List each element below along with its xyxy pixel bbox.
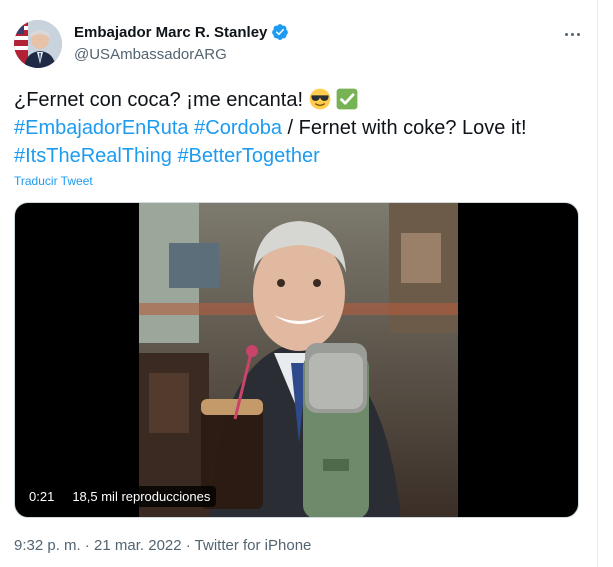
hashtag-itstherealthing[interactable]: #ItsTheRealThing (14, 145, 172, 167)
avatar[interactable] (14, 20, 62, 68)
translate-tweet-link[interactable]: Traducir Tweet (14, 174, 93, 188)
tweet-source[interactable]: Twitter for iPhone (195, 537, 312, 554)
verified-badge-icon (272, 24, 289, 40)
more-options-icon[interactable] (560, 24, 584, 44)
meta-separator: · (181, 537, 195, 554)
hashtag-cordoba[interactable]: #Cordoba (194, 117, 282, 139)
author-handle[interactable]: @USAmbassadorARG (74, 46, 227, 63)
video-frame-image (139, 203, 458, 517)
check-mark-button-icon (336, 88, 358, 110)
tweet-text-line1: ¿Fernet con coca? ¡me encanta! (14, 89, 309, 111)
tweet-text: ¿Fernet con coca? ¡me encanta! #Embajado… (14, 86, 579, 170)
video-player[interactable]: 0:21 18,5 mil reproducciones (14, 202, 579, 518)
author-name-row[interactable]: Embajador Marc R. Stanley (74, 23, 289, 41)
tweet-card: Embajador Marc R. Stanley @USAmbassadorA… (0, 0, 598, 567)
hashtag-embajadorenruta[interactable]: #EmbajadorEnRuta (14, 117, 189, 139)
smiling-face-with-sunglasses-icon (309, 88, 330, 110)
tweet-text-middle: / Fernet with coke? Love it! (281, 117, 527, 139)
video-view-count: 18,5 mil reproducciones (66, 486, 217, 507)
tweet-time[interactable]: 9:32 p. m. (14, 537, 81, 554)
author-name[interactable]: Embajador Marc R. Stanley (74, 24, 267, 41)
tweet-meta: 9:32 p. m. · 21 mar. 2022 · Twitter for … (14, 537, 311, 554)
meta-separator: · (80, 537, 95, 554)
hashtag-bettertogether[interactable]: #BetterTogether (177, 145, 319, 167)
tweet-date[interactable]: 21 mar. 2022 (94, 537, 182, 554)
video-overlay: 0:21 18,5 mil reproducciones (23, 486, 217, 507)
profile-photo-icon (14, 20, 62, 68)
video-duration: 0:21 (23, 486, 61, 507)
